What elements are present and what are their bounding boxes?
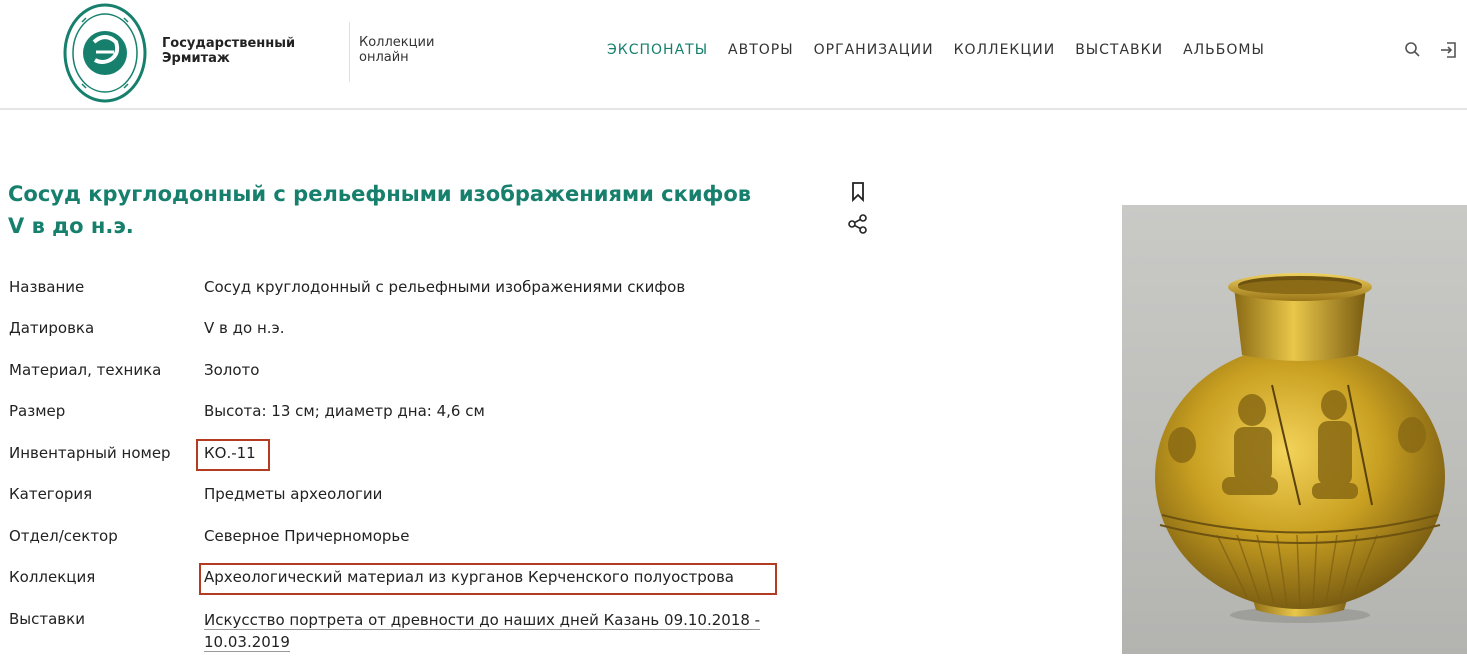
hermitage-logo[interactable] — [62, 2, 148, 104]
share-icon[interactable] — [846, 212, 870, 236]
nav-item-authors[interactable]: АВТОРЫ — [728, 42, 794, 58]
detail-label: Отдел/сектор — [9, 527, 118, 545]
brand-name[interactable]: Государственный Эрмитаж — [162, 36, 295, 66]
detail-label: Коллекция — [9, 568, 96, 586]
nav-item-exhibitions[interactable]: ВЫСТАВКИ — [1075, 42, 1163, 58]
collections-online-link[interactable]: Коллекции онлайн — [359, 35, 434, 65]
detail-row-department: Отдел/сектор Северное Причерноморье — [0, 527, 800, 557]
detail-row-name: Название Сосуд круглодонный с рельефными… — [0, 278, 800, 308]
detail-value: Сосуд круглодонный с рельефными изображе… — [204, 278, 686, 296]
nav-item-collections[interactable]: КОЛЛЕКЦИИ — [954, 42, 1056, 58]
exhibition-line1: Искусство портрета от древности до наших… — [204, 611, 761, 630]
page-title: Сосуд круглодонный с рельефными изображе… — [8, 182, 752, 238]
brand-line1: Государственный — [162, 36, 296, 51]
main-nav: ЭКСПОНАТЫ АВТОРЫ ОРГАНИЗАЦИИ КОЛЛЕКЦИИ В… — [607, 42, 1285, 58]
detail-label: Инвентарный номер — [9, 444, 171, 462]
brand-line2: Эрмитаж — [162, 51, 230, 66]
exhibition-link[interactable]: Искусство портрета от древности до наших… — [204, 609, 784, 653]
detail-label: Размер — [9, 402, 66, 420]
artifact-photo[interactable] — [1122, 205, 1467, 654]
collections-line2: онлайн — [359, 50, 409, 65]
detail-label: Датировка — [9, 319, 95, 337]
site-header: Государственный Эрмитаж Коллекции онлайн… — [0, 0, 1467, 110]
detail-row-size: Размер Высота: 13 см; диаметр дна: 4,6 с… — [0, 402, 800, 432]
nav-item-organizations[interactable]: ОРГАНИЗАЦИИ — [814, 42, 934, 58]
bookmark-icon[interactable] — [846, 180, 870, 204]
detail-value[interactable]: Предметы археологии — [204, 485, 382, 503]
nav-item-albums[interactable]: АЛЬБОМЫ — [1183, 42, 1265, 58]
search-icon[interactable] — [1403, 40, 1423, 60]
detail-value[interactable]: Золото — [204, 361, 259, 379]
detail-label: Материал, техника — [9, 361, 162, 379]
detail-label: Название — [9, 278, 85, 296]
login-icon[interactable] — [1439, 40, 1459, 60]
detail-row-category: Категория Предметы археологии — [0, 485, 800, 515]
detail-row-inventory: Инвентарный номер КО.-11 — [0, 444, 800, 474]
detail-value: Высота: 13 см; диаметр дна: 4,6 см — [204, 402, 485, 420]
nav-item-exhibits[interactable]: ЭКСПОНАТЫ — [607, 42, 708, 58]
collection-highlight-box — [199, 563, 777, 595]
detail-label: Выставки — [9, 610, 85, 628]
header-divider — [349, 22, 350, 82]
detail-value[interactable]: Северное Причерноморье — [204, 527, 410, 545]
detail-value[interactable]: V в до н.э. — [204, 319, 285, 337]
collections-line1: Коллекции — [359, 35, 435, 50]
exhibition-line2: 10.03.2019 — [204, 633, 290, 652]
detail-row-material: Материал, техника Золото — [0, 361, 800, 391]
detail-row-dating: Датировка V в до н.э. — [0, 319, 800, 349]
detail-label: Категория — [9, 485, 93, 503]
inventory-highlight-box — [196, 439, 270, 471]
golden-vessel-image — [1155, 273, 1445, 623]
